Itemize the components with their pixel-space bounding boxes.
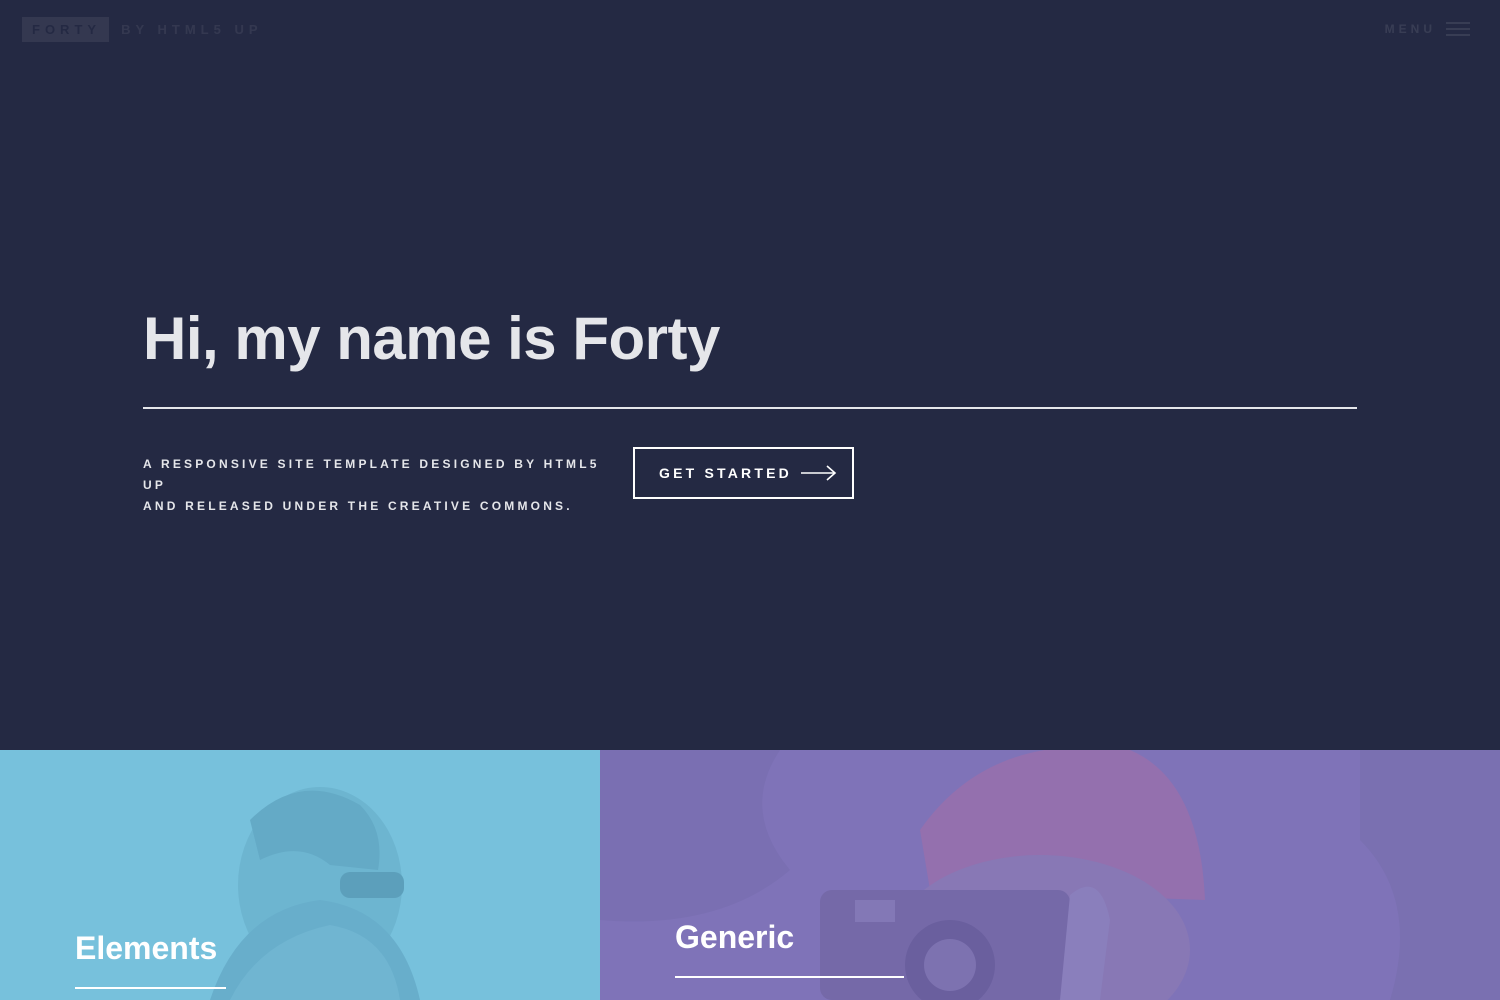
banner-subtitle-line2: and released under the Creative Commons. — [143, 499, 573, 513]
tile-elements[interactable]: Elements — [0, 750, 600, 1000]
page: Forty by HTML5 UP Menu Hi, my name is Fo… — [0, 0, 1500, 1000]
tile-generic-underline — [675, 976, 904, 978]
logo-byline: by HTML5 UP — [121, 22, 263, 37]
banner-subtitle-line1: A responsive site template designed by H… — [143, 457, 600, 492]
banner-subtitle: A responsive site template designed by H… — [143, 454, 623, 517]
banner-divider — [143, 407, 1357, 409]
menu-label: Menu — [1384, 22, 1436, 36]
get-started-button[interactable]: Get Started — [633, 447, 854, 499]
tile-elements-title: Elements — [75, 930, 218, 966]
site-logo[interactable]: Forty by HTML5 UP — [22, 17, 263, 42]
arrow-right-icon — [800, 465, 837, 481]
get-started-label: Get Started — [659, 465, 792, 481]
tile-generic-image — [600, 750, 1500, 1000]
banner-title: Hi, my name is Forty — [143, 305, 720, 372]
header: Forty by HTML5 UP Menu — [0, 0, 1500, 62]
tile-elements-underline — [75, 987, 226, 989]
logo-box: Forty — [22, 17, 110, 42]
tile-generic-title: Generic — [675, 919, 795, 955]
hamburger-icon — [1446, 22, 1470, 36]
menu-toggle[interactable]: Menu — [1385, 22, 1470, 36]
tile-generic[interactable]: Generic — [600, 750, 1500, 1000]
banner: Hi, my name is Forty A responsive site t… — [0, 62, 1500, 750]
